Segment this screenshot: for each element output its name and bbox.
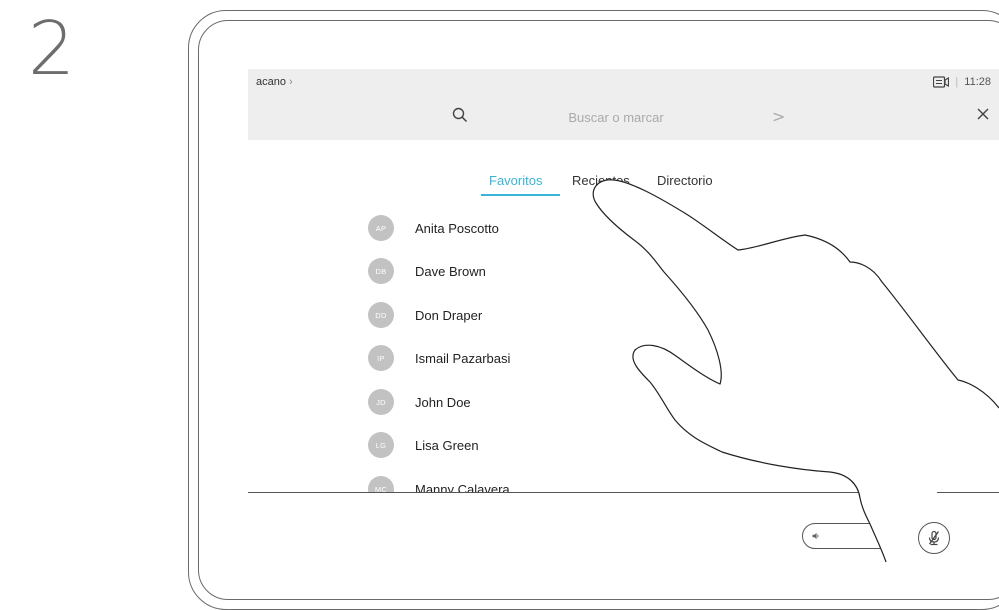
list-item[interactable]: DB Dave Brown — [368, 258, 486, 284]
mute-button[interactable] — [918, 522, 950, 554]
clock: 11:28 — [964, 76, 991, 88]
avatar: MC — [368, 476, 394, 492]
list-item[interactable]: MC Manny Calavera — [368, 476, 510, 493]
status-area: | 11:28 — [933, 76, 991, 88]
tab-bar: Favoritos Recientes Directorio — [248, 173, 999, 197]
contact-name: Ismail Pazarbasi — [415, 350, 511, 366]
avatar: LG — [368, 432, 394, 458]
tab-directorio[interactable]: Directorio — [657, 173, 713, 188]
list-item[interactable]: LG Lisa Green — [368, 432, 479, 458]
touch-screen: acano › | 11:28 > Favoritos — [248, 69, 999, 493]
avatar: DD — [368, 302, 394, 328]
tab-recientes[interactable]: Recientes — [572, 173, 630, 188]
volume-icon[interactable] — [812, 532, 820, 540]
brand-label: acano — [256, 76, 286, 88]
list-item[interactable]: IP Ismail Pazarbasi — [368, 345, 510, 371]
go-arrow-button[interactable]: > — [772, 107, 785, 126]
list-item[interactable]: JD John Doe — [368, 389, 471, 415]
search-bar[interactable] — [444, 103, 764, 129]
step-number: 2 — [28, 6, 76, 92]
close-icon[interactable] — [977, 108, 989, 120]
contact-name: John Doe — [415, 394, 471, 410]
volume-control[interactable] — [802, 523, 892, 549]
avatar: JD — [368, 389, 394, 415]
active-tab-indicator — [481, 194, 560, 196]
list-item[interactable]: AP Anita Poscotto — [368, 215, 499, 241]
chevron-right-icon: › — [289, 76, 293, 88]
contact-name: Don Draper — [415, 307, 483, 323]
avatar: IP — [368, 345, 394, 371]
tab-favoritos[interactable]: Favoritos — [489, 173, 542, 188]
contact-name: Lisa Green — [415, 437, 479, 453]
list-item[interactable]: DD Don Draper — [368, 302, 482, 328]
avatar: AP — [368, 215, 394, 241]
search-icon — [452, 107, 468, 123]
microphone-muted-icon — [928, 530, 940, 546]
avatar: DB — [368, 258, 394, 284]
search-input[interactable] — [484, 105, 748, 129]
status-separator: | — [955, 76, 959, 88]
brand-breadcrumb[interactable]: acano › — [256, 76, 293, 88]
contact-name: Anita Poscotto — [415, 220, 499, 236]
top-bar: acano › | 11:28 > — [248, 69, 999, 140]
contact-name: Manny Calavera — [415, 481, 510, 493]
contact-name: Dave Brown — [415, 263, 486, 279]
camera-share-icon[interactable] — [933, 76, 950, 88]
